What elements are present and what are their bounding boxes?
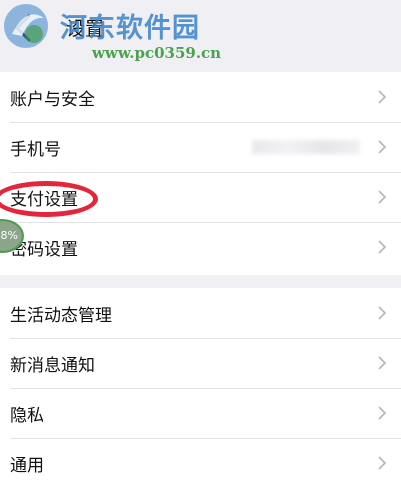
row-new-message-notification[interactable]: 新消息通知: [0, 338, 401, 388]
watermark-logo-icon: [4, 4, 48, 48]
row-label: 隐私: [10, 406, 44, 426]
row-label: 手机号: [10, 140, 61, 160]
row-label: 新消息通知: [10, 356, 95, 376]
row-label: 账户与安全: [10, 90, 95, 110]
chevron-right-icon: [378, 356, 387, 370]
chevron-right-icon: [378, 190, 387, 204]
settings-group-general: 生活动态管理 新消息通知 隐私 通用: [0, 288, 401, 486]
chevron-right-icon: [378, 240, 387, 254]
chevron-right-icon: [378, 406, 387, 420]
row-privacy[interactable]: 隐私: [0, 388, 401, 438]
row-label: 通用: [10, 456, 44, 476]
row-general[interactable]: 通用: [0, 438, 401, 486]
row-phone[interactable]: 手机号: [0, 122, 401, 172]
chevron-right-icon: [378, 90, 387, 104]
settings-group-account: 账户与安全 手机号 支付设置 密码设置: [0, 72, 401, 275]
chevron-right-icon: [378, 456, 387, 470]
chevron-right-icon: [378, 306, 387, 320]
phone-number-redacted: [252, 140, 360, 154]
watermark-name: 河东软件园: [60, 13, 200, 44]
chevron-right-icon: [378, 140, 387, 154]
row-label: 生活动态管理: [10, 306, 112, 326]
row-moments-management[interactable]: 生活动态管理: [0, 288, 401, 338]
row-password-settings[interactable]: 密码设置: [0, 222, 401, 272]
watermark-url: www.pc0359.cn: [92, 44, 222, 62]
row-account-security[interactable]: 账户与安全: [0, 72, 401, 122]
navigation-bar: 设置 河东软件园 www.pc0359.cn: [0, 0, 401, 62]
